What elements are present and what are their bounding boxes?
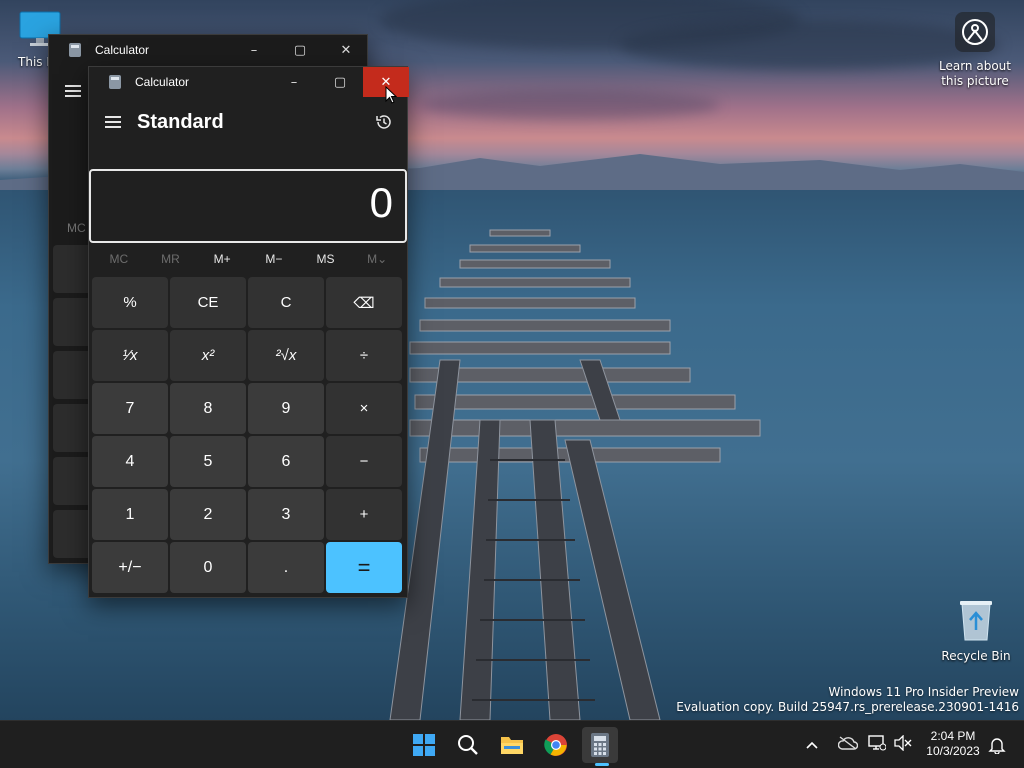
keypad: % CE C ⌫ ¹⁄x x² ²√x ÷ 7 8 9 × 4 5 6 − 1 … bbox=[92, 277, 406, 593]
display-value: 0 bbox=[369, 179, 393, 226]
clock-time: 2:04 PM bbox=[930, 729, 976, 743]
window-title: Calculator bbox=[135, 75, 190, 89]
memory-subtract-button[interactable]: M− bbox=[248, 247, 300, 271]
calculator-app-icon bbox=[69, 43, 81, 57]
key-placeholder bbox=[53, 404, 93, 452]
memory-recall-button[interactable]: MR bbox=[145, 247, 197, 271]
square-button[interactable]: x² bbox=[170, 330, 246, 381]
digit-3-button[interactable]: 3 bbox=[248, 489, 324, 540]
hamburger-menu-icon[interactable] bbox=[65, 85, 81, 97]
digit-4-button[interactable]: 4 bbox=[92, 436, 168, 487]
percent-button[interactable]: % bbox=[92, 277, 168, 328]
result-display[interactable]: 0 bbox=[89, 169, 407, 243]
calculator-window[interactable]: Calculator – ▢ ✕ Standard 0 MC MR M+ M− … bbox=[88, 66, 409, 598]
desktop-icon-label: Recycle Bin bbox=[941, 649, 1011, 663]
watermark-line-1: Windows 11 Pro Insider Preview bbox=[828, 685, 1019, 699]
memory-bar: MC MR M+ M− MS M⌄ bbox=[93, 247, 403, 271]
start-button[interactable] bbox=[406, 727, 442, 763]
digit-1-button[interactable]: 1 bbox=[92, 489, 168, 540]
folder-icon bbox=[501, 737, 523, 754]
digit-6-button[interactable]: 6 bbox=[248, 436, 324, 487]
history-icon[interactable] bbox=[375, 113, 393, 131]
mouse-cursor-icon bbox=[385, 86, 397, 104]
clear-button[interactable]: C bbox=[248, 277, 324, 328]
minimize-button[interactable]: – bbox=[231, 35, 277, 65]
network-icon[interactable] bbox=[864, 735, 890, 755]
close-button[interactable]: ✕ bbox=[323, 35, 369, 65]
onedrive-offline-icon[interactable] bbox=[832, 736, 864, 754]
learn-about-picture-button[interactable] bbox=[955, 12, 995, 52]
memory-clear-label: MC bbox=[67, 221, 86, 235]
divide-button[interactable]: ÷ bbox=[326, 330, 402, 381]
memory-store-button[interactable]: MS bbox=[300, 247, 352, 271]
pier-illustration bbox=[389, 229, 761, 720]
clear-entry-button[interactable]: CE bbox=[170, 277, 246, 328]
learn-about-picture-label[interactable]: Learn about this picture bbox=[930, 59, 1020, 89]
key-placeholder bbox=[53, 351, 93, 399]
equals-button[interactable]: = bbox=[326, 542, 402, 593]
desktop-icon-recycle-bin[interactable]: Recycle Bin bbox=[938, 598, 1014, 663]
digit-2-button[interactable]: 2 bbox=[170, 489, 246, 540]
add-button[interactable]: + bbox=[326, 489, 402, 540]
notification-bell-icon[interactable] bbox=[988, 736, 1006, 755]
hamburger-menu-icon[interactable] bbox=[105, 116, 121, 128]
digit-0-button[interactable]: 0 bbox=[170, 542, 246, 593]
window-title: Calculator bbox=[95, 43, 150, 57]
title-bar[interactable]: Calculator – ▢ ✕ bbox=[89, 67, 409, 97]
memory-clear-button[interactable]: MC bbox=[93, 247, 145, 271]
maximize-button[interactable]: ▢ bbox=[317, 67, 363, 97]
calculator-taskbar-button[interactable] bbox=[582, 727, 618, 763]
key-placeholder bbox=[53, 510, 93, 558]
key-placeholder bbox=[53, 457, 93, 505]
windows-start-icon bbox=[413, 734, 435, 756]
digit-7-button[interactable]: 7 bbox=[92, 383, 168, 434]
search-button[interactable] bbox=[450, 727, 486, 763]
taskbar: 2:04 PM 10/3/2023 bbox=[0, 720, 1024, 768]
backspace-button[interactable]: ⌫ bbox=[326, 277, 402, 328]
reciprocal-button[interactable]: ¹⁄x bbox=[92, 330, 168, 381]
calculator-header: Standard bbox=[89, 97, 407, 147]
calculator-icon bbox=[591, 733, 609, 757]
recycle-bin-icon bbox=[960, 601, 992, 641]
square-root-button[interactable]: ²√x bbox=[248, 330, 324, 381]
volume-muted-icon[interactable] bbox=[890, 734, 916, 755]
subtract-button[interactable]: − bbox=[326, 436, 402, 487]
search-icon bbox=[458, 735, 478, 755]
file-explorer-button[interactable] bbox=[494, 727, 530, 763]
chrome-icon bbox=[544, 734, 567, 756]
key-placeholder bbox=[53, 245, 93, 293]
clock-date: 10/3/2023 bbox=[926, 744, 980, 758]
taskbar-clock[interactable]: 2:04 PM 10/3/2023 bbox=[920, 729, 986, 759]
multiply-button[interactable]: × bbox=[326, 383, 402, 434]
digit-5-button[interactable]: 5 bbox=[170, 436, 246, 487]
calculator-mode-title: Standard bbox=[137, 110, 224, 133]
active-app-indicator bbox=[595, 763, 609, 766]
build-watermark: Windows 11 Pro Insider Preview Evaluatio… bbox=[676, 685, 1019, 715]
digit-9-button[interactable]: 9 bbox=[248, 383, 324, 434]
negate-button[interactable]: +/− bbox=[92, 542, 168, 593]
memory-add-button[interactable]: M+ bbox=[196, 247, 248, 271]
digit-8-button[interactable]: 8 bbox=[170, 383, 246, 434]
decimal-button[interactable]: . bbox=[248, 542, 324, 593]
memory-list-button[interactable]: M⌄ bbox=[351, 247, 403, 271]
system-tray bbox=[800, 721, 916, 768]
maximize-button[interactable]: ▢ bbox=[277, 35, 323, 65]
minimize-button[interactable]: – bbox=[271, 67, 317, 97]
watermark-line-2: Evaluation copy. Build 25947.rs_prerelea… bbox=[676, 700, 1019, 714]
camera-info-icon bbox=[962, 19, 988, 45]
chrome-button[interactable] bbox=[538, 727, 574, 763]
show-hidden-icons-chevron-icon[interactable] bbox=[800, 738, 824, 753]
key-placeholder bbox=[53, 298, 93, 346]
title-bar[interactable]: Calculator – ▢ ✕ bbox=[49, 35, 367, 65]
calculator-app-icon bbox=[109, 75, 121, 89]
